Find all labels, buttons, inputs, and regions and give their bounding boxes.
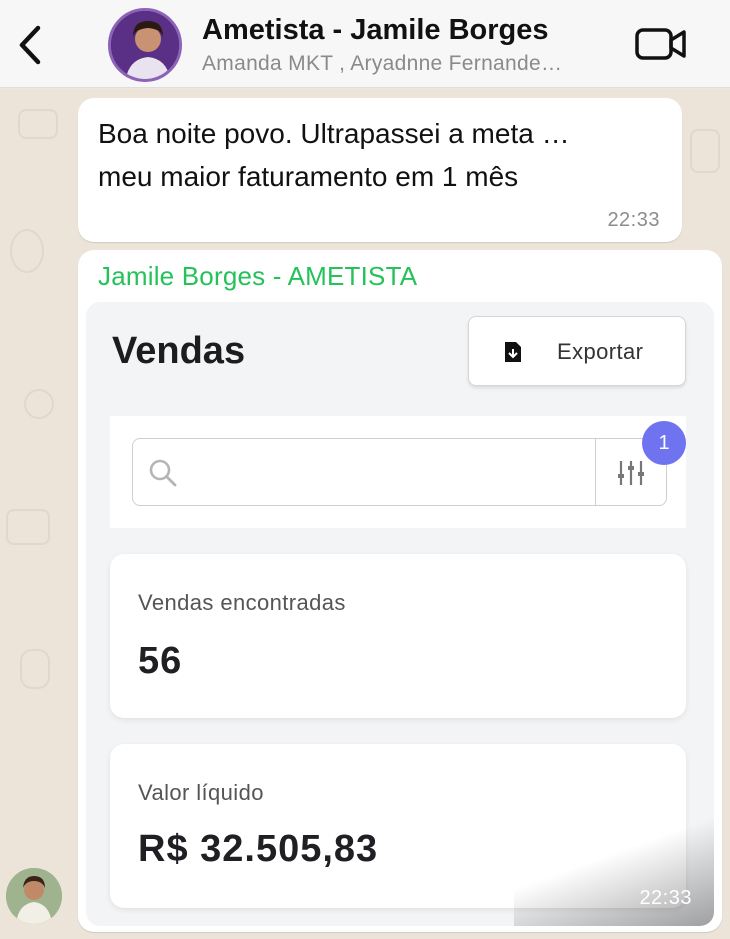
doodle-pattern	[690, 129, 720, 173]
message-bubble[interactable]: Boa noite povo. Ultrapassei a meta … meu…	[78, 98, 682, 242]
stat-label: Vendas encontradas	[138, 590, 346, 615]
doodle-pattern	[18, 109, 58, 139]
chevron-left-icon[interactable]	[10, 20, 50, 70]
doodle-pattern	[24, 389, 54, 419]
chat-header: Ametista - Jamile Borges Amanda MKT , Ar…	[0, 0, 730, 88]
sender-name[interactable]: Jamile Borges - AMETISTA	[98, 261, 417, 292]
chat-title[interactable]: Ametista - Jamile Borges	[202, 14, 549, 47]
stat-label: Valor líquido	[138, 780, 264, 805]
export-button: Exportar	[468, 316, 686, 386]
stat-value: 56	[138, 640, 183, 682]
doodle-pattern	[20, 649, 50, 689]
doodle-pattern	[6, 509, 50, 545]
image-message-bubble[interactable]: Jamile Borges - AMETISTA Vendas Exportar	[78, 250, 722, 932]
stat-value: R$ 32.505,83	[138, 828, 379, 870]
filter-count-badge: 1	[642, 421, 686, 465]
sales-page-title: Vendas	[112, 330, 246, 372]
search-icon	[147, 457, 179, 489]
message-text: Boa noite povo. Ultrapassei a meta … meu…	[98, 112, 668, 198]
sliders-icon	[616, 459, 646, 487]
message-text-line: meu maior faturamento em 1 mês	[98, 161, 519, 192]
chat-participants[interactable]: Amanda MKT , Aryadnne Fernande…	[202, 52, 562, 76]
stat-card-sales-count: Vendas encontradas 56	[110, 554, 686, 718]
search-panel: 1	[110, 416, 686, 528]
doodle-pattern	[10, 229, 44, 273]
video-call-icon[interactable]	[634, 26, 688, 62]
file-download-icon	[503, 340, 523, 364]
group-avatar[interactable]	[108, 8, 182, 82]
shared-screenshot-image[interactable]: Vendas Exportar 1 Vendas encontradas 56 …	[86, 302, 714, 926]
message-text-line: Boa noite povo. Ultrapassei a meta …	[98, 118, 570, 149]
search-input	[132, 438, 596, 506]
message-time: 22:33	[639, 887, 692, 909]
message-time: 22:33	[607, 209, 660, 231]
export-label: Exportar	[557, 339, 644, 364]
sender-avatar[interactable]	[6, 868, 62, 924]
